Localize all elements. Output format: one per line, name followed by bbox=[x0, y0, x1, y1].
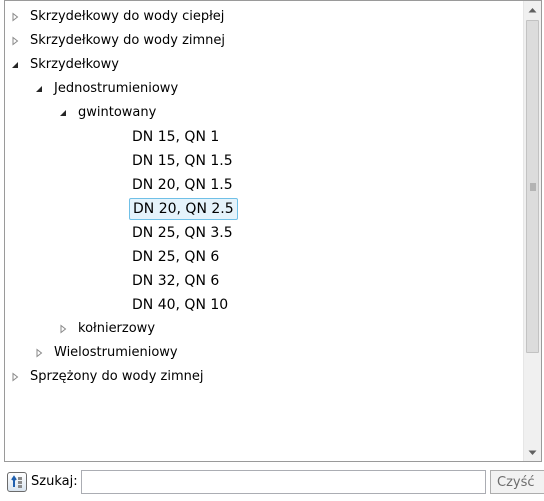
tree-node-label: DN 25, QN 6 bbox=[132, 249, 220, 265]
tree-node[interactable]: gwintowany bbox=[5, 101, 523, 125]
tree-leaf-item[interactable]: DN 40, QN 10 bbox=[5, 293, 523, 317]
tree-node[interactable]: kołnierzowy bbox=[5, 317, 523, 341]
tree-leaf-item[interactable]: DN 20, QN 1.5 bbox=[5, 173, 523, 197]
tree-node[interactable]: Skrzydełkowy bbox=[5, 53, 523, 77]
scrollbar-thumb[interactable] bbox=[526, 20, 539, 353]
scroll-down-arrow-icon[interactable] bbox=[524, 444, 541, 461]
tree-view[interactable]: Skrzydełkowy do wody ciepłej Skrzydełkowy… bbox=[4, 0, 542, 462]
scrollbar-grip-icon bbox=[530, 183, 536, 190]
tree-node-label: kołnierzowy bbox=[78, 321, 156, 336]
tree-node-label: DN 25, QN 3.5 bbox=[132, 225, 233, 241]
triangle-right-outline-icon[interactable] bbox=[9, 29, 21, 53]
tree-node[interactable]: Skrzydełkowy do wody ciepłej bbox=[5, 5, 523, 29]
tree-node-label: DN 15, QN 1 bbox=[132, 129, 220, 145]
search-bar: Szukaj: Czyść bbox=[4, 466, 544, 498]
triangle-right-outline-icon[interactable] bbox=[57, 317, 69, 341]
scroll-up-arrow-icon[interactable] bbox=[524, 1, 541, 18]
tree-node-label: DN 15, QN 1.5 bbox=[132, 153, 233, 169]
tree-leaf-item[interactable]: DN 32, QN 6 bbox=[5, 269, 523, 293]
search-label: Szukaj: bbox=[31, 474, 78, 489]
tree-leaf-item[interactable]: DN 25, QN 6 bbox=[5, 245, 523, 269]
triangle-right-outline-icon[interactable] bbox=[33, 341, 45, 365]
tree-node-label: Skrzydełkowy bbox=[30, 57, 119, 72]
search-input[interactable] bbox=[81, 470, 486, 494]
triangle-right-outline-icon[interactable] bbox=[9, 5, 21, 29]
triangle-down-filled-icon[interactable] bbox=[9, 53, 21, 77]
tree-node-label: DN 20, QN 2.5 bbox=[129, 198, 238, 220]
tree-node[interactable]: Wielostrumieniowy bbox=[5, 341, 523, 365]
tree-node-label: Skrzydełkowy do wody ciepłej bbox=[30, 9, 225, 24]
tree-list: Skrzydełkowy do wody ciepłej Skrzydełkowy… bbox=[5, 1, 523, 461]
triangle-down-filled-icon[interactable] bbox=[33, 77, 45, 101]
tree-node-label: Skrzydełkowy do wody zimnej bbox=[30, 33, 226, 48]
tree-node[interactable]: Sprzężony do wody zimnej bbox=[5, 365, 523, 389]
tree-leaf-item[interactable]: DN 25, QN 3.5 bbox=[5, 221, 523, 245]
tree-node-label: Sprzężony do wody zimnej bbox=[30, 369, 204, 384]
tree-node-label: gwintowany bbox=[78, 105, 157, 120]
tree-node[interactable]: Jednostrumieniowy bbox=[5, 77, 523, 101]
tree-node-label: DN 20, QN 1.5 bbox=[132, 177, 233, 193]
tree-node-label: DN 40, QN 10 bbox=[132, 297, 229, 313]
tree-leaf-item[interactable]: DN 15, QN 1.5 bbox=[5, 149, 523, 173]
vertical-scrollbar[interactable] bbox=[523, 1, 541, 461]
tree-node[interactable]: Skrzydełkowy do wody zimnej bbox=[5, 29, 523, 53]
tree-node-label: Wielostrumieniowy bbox=[54, 345, 178, 360]
tree-search-icon[interactable] bbox=[7, 472, 27, 492]
clear-button[interactable]: Czyść bbox=[490, 470, 544, 494]
tree-leaf-item[interactable]: DN 15, QN 1 bbox=[5, 125, 523, 149]
tree-node-label: Jednostrumieniowy bbox=[54, 81, 179, 96]
tree-node-label: DN 32, QN 6 bbox=[132, 273, 220, 289]
triangle-down-filled-icon[interactable] bbox=[57, 101, 69, 125]
triangle-right-outline-icon[interactable] bbox=[9, 365, 21, 389]
tree-leaf-item[interactable]: DN 20, QN 2.5 bbox=[5, 197, 523, 221]
